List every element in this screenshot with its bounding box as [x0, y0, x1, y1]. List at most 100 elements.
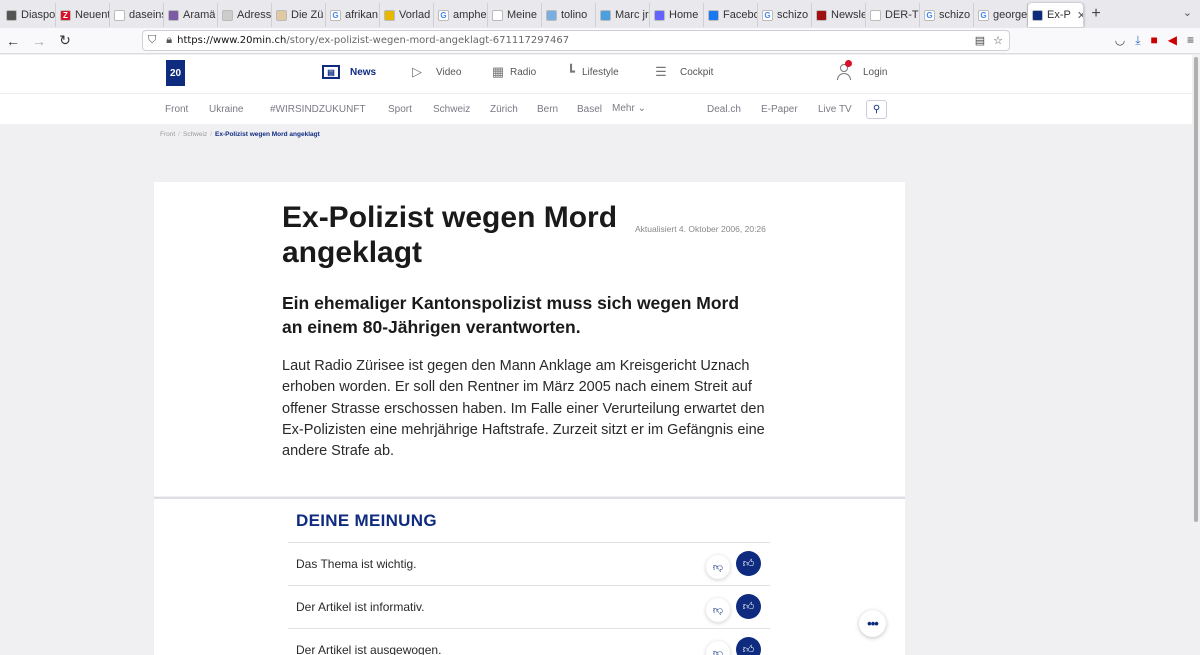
browser-tab[interactable]: Ggeorge — [974, 3, 1028, 27]
browser-tab[interactable]: Diaspo — [2, 3, 56, 27]
browser-tab[interactable]: Gschizo — [920, 3, 974, 27]
tab-label: Vorlad — [399, 9, 431, 21]
opinion-statement: Der Artikel ist informativ. — [296, 600, 425, 614]
browser-tab[interactable]: Gschizo — [758, 3, 812, 27]
breadcrumb-schweiz[interactable]: Schweiz — [183, 131, 207, 138]
browser-tab[interactable]: tolino — [542, 3, 596, 27]
subnav-mehr[interactable]: Mehr ⌄ — [612, 103, 646, 114]
tab-favicon-icon: G — [330, 9, 341, 21]
tab-label: george — [993, 9, 1028, 21]
tab-favicon-icon: Z — [60, 9, 71, 21]
page-scrollbar[interactable] — [1192, 55, 1200, 655]
browser-tab[interactable]: daseinsana — [110, 3, 164, 27]
nav-cockpit[interactable]: ☰ Cockpit — [652, 64, 714, 79]
thumbs-down-button[interactable]: 👎︎ — [706, 555, 730, 579]
browser-tab[interactable]: Home — [650, 3, 704, 27]
article-updated-timestamp: Aktualisiert 4. Oktober 2006, 20:26 — [635, 224, 766, 234]
pocket-icon[interactable]: ◡ — [1115, 33, 1125, 48]
subnav-mehr-label: Mehr — [612, 103, 635, 114]
news-icon: ▤ — [322, 65, 340, 79]
subnav-bern[interactable]: Bern — [537, 104, 558, 115]
subnav-sport[interactable]: Sport — [388, 104, 412, 115]
menu-icon[interactable]: ≡ — [1187, 33, 1194, 48]
login-button[interactable]: Login — [836, 60, 888, 81]
tab-list-chevron-icon[interactable]: ⌄ — [1183, 6, 1192, 19]
tab-label: Ex-P — [1047, 9, 1071, 21]
browser-tab[interactable]: Facebo — [704, 3, 758, 27]
nav-news[interactable]: ▤ News — [322, 65, 376, 79]
bookmark-star-icon[interactable]: ☆ — [993, 34, 1003, 47]
browser-tab[interactable]: Marc jr — [596, 3, 650, 27]
browser-tab[interactable]: Newsle — [812, 3, 866, 27]
nav-video[interactable]: ▷ Video — [408, 64, 462, 79]
thumbs-down-button[interactable]: 👎︎ — [706, 641, 730, 655]
megaphone-icon[interactable]: ◀ — [1168, 33, 1177, 48]
opinion-row: Das Thema ist wichtig. 👎︎ 👍︎ — [288, 542, 770, 585]
browser-tab[interactable]: Gafrikan — [326, 3, 380, 27]
url-bar[interactable]: ⛉ 🔒︎ https://www.20min.ch/story/ex-poliz… — [142, 30, 1010, 51]
lifestyle-icon: ┗ — [567, 64, 575, 79]
thumbs-down-button[interactable]: 👎︎ — [706, 598, 730, 622]
browser-tab[interactable]: DER-Td_D — [866, 3, 920, 27]
search-button[interactable]: ⚲ — [866, 100, 887, 119]
nav-radio[interactable]: ▦ Radio — [489, 64, 536, 79]
reload-icon[interactable]: ↻ — [52, 32, 78, 49]
back-arrow-icon[interactable]: ← — [0, 33, 26, 49]
subnav-wirsindzukunft[interactable]: #WIRSINDZUKUNFT — [270, 104, 366, 115]
extension-icon[interactable]: ■ — [1151, 33, 1158, 48]
site-header: 20 ▤ News ▷ Video ▦ Radio ┗ Lifestyle ☰ … — [0, 55, 1192, 93]
tab-label: Diaspo — [21, 9, 56, 21]
nav-lifestyle[interactable]: ┗ Lifestyle — [562, 64, 619, 79]
browser-tab[interactable]: Ex-P ✕ — [1028, 3, 1084, 27]
subnav-ukraine[interactable]: Ukraine — [209, 104, 243, 115]
thumbs-up-button[interactable]: 👍︎ — [736, 594, 761, 619]
tab-label: Newsle — [831, 9, 866, 21]
reader-view-icon[interactable]: ▤ — [975, 34, 985, 47]
thumbs-up-button[interactable]: 👍︎ — [736, 551, 761, 576]
opinion-section: DEINE MEINUNG Das Thema ist wichtig. 👎︎ … — [154, 497, 905, 655]
thumbs-up-button[interactable]: 👍︎ — [736, 637, 761, 655]
tab-label: Adress — [237, 9, 272, 21]
browser-tab[interactable]: Die Zü — [272, 3, 326, 27]
subnav-front[interactable]: Front — [165, 104, 188, 115]
browser-tab[interactable]: Aramä — [164, 3, 218, 27]
login-label: Login — [863, 66, 888, 78]
article-lead: Ein ehemaliger Kantonspolizist muss sich… — [282, 293, 740, 337]
tab-label: Die Zü — [291, 9, 324, 21]
scrollbar-thumb[interactable] — [1194, 57, 1198, 522]
tab-label: DER-Td_D — [885, 9, 919, 21]
lock-icon[interactable]: 🔒︎ — [166, 34, 172, 47]
subnav-schweiz[interactable]: Schweiz — [433, 104, 470, 115]
nav-lifestyle-label: Lifestyle — [582, 66, 619, 78]
forward-arrow-icon[interactable]: → — [26, 33, 52, 49]
subnav-zuerich[interactable]: Zürich — [490, 104, 518, 115]
breadcrumb-front[interactable]: Front — [160, 131, 175, 138]
article-title: Ex-Polizist wegen Mord angeklagt — [282, 201, 618, 269]
chevron-down-icon: ⌄ — [637, 103, 646, 114]
new-tab-plus-icon[interactable]: + — [1084, 5, 1108, 23]
close-tab-icon[interactable]: ✕ — [1077, 9, 1083, 22]
shield-icon[interactable]: ⛉ — [148, 34, 156, 47]
tab-favicon-icon: G — [924, 9, 935, 21]
subnav-livetv[interactable]: Live TV — [818, 104, 852, 115]
nav-cockpit-label: Cockpit — [680, 66, 714, 78]
ellipsis-icon: ••• — [867, 616, 879, 631]
download-icon[interactable]: ⤓ — [1135, 33, 1140, 48]
nav-video-label: Video — [436, 66, 462, 78]
tab-favicon-icon — [384, 9, 395, 21]
tab-label: daseinsana — [129, 9, 163, 21]
browser-tab[interactable]: Meine — [488, 3, 542, 27]
20min-logo[interactable]: 20 — [166, 60, 185, 86]
tab-label: tolino — [561, 9, 588, 21]
browser-tab[interactable]: Vorlad — [380, 3, 434, 27]
tab-favicon-icon — [654, 9, 665, 21]
browser-tab[interactable]: Adress — [218, 3, 272, 27]
subnav-basel[interactable]: Basel — [577, 104, 602, 115]
subnav-dealch[interactable]: Deal.ch — [707, 104, 741, 115]
browser-tab[interactable]: Z Neuent — [56, 3, 110, 27]
more-options-button[interactable]: ••• — [859, 610, 886, 637]
search-icon: ⚲ — [872, 104, 881, 115]
browser-tab[interactable]: Gamphe — [434, 3, 488, 27]
subnav-epaper[interactable]: E-Paper — [761, 104, 798, 115]
opinion-title: DEINE MEINUNG — [296, 511, 437, 530]
